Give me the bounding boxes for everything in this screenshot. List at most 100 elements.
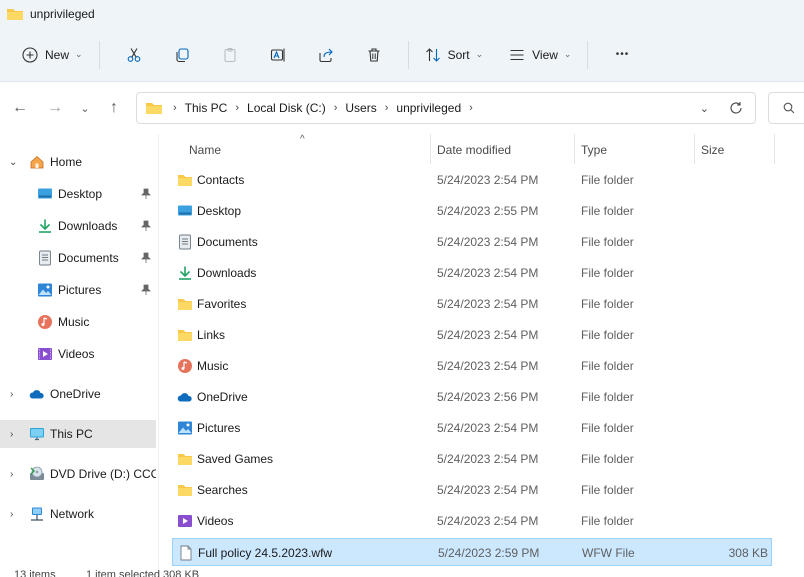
file-row[interactable]: Downloads 5/24/2023 2:54 PM File folder — [172, 259, 772, 287]
file-name: Searches — [197, 483, 248, 497]
folder-icon — [178, 175, 192, 186]
sidebar-item-music[interactable]: Music — [0, 308, 156, 336]
breadcrumb-local-disk[interactable]: Local Disk (C:) — [247, 101, 326, 115]
up-button[interactable]: ↑ — [99, 93, 129, 123]
file-row[interactable]: Pictures 5/24/2023 2:54 PM File folder — [172, 414, 772, 442]
address-history-button[interactable]: ⌄ — [700, 102, 709, 115]
sidebar-item-desktop[interactable]: Desktop — [0, 180, 156, 208]
file-row[interactable]: Searches 5/24/2023 2:54 PM File folder — [172, 476, 772, 504]
share-button[interactable] — [309, 38, 343, 72]
breadcrumb-unprivileged[interactable]: unprivileged — [396, 101, 461, 115]
trash-icon — [368, 47, 380, 62]
column-header-type[interactable]: Type — [581, 135, 607, 165]
cut-button[interactable] — [117, 38, 151, 72]
file-date-modified: 5/24/2023 2:54 PM — [437, 235, 539, 249]
chevron-down-icon: ⌄ — [75, 49, 83, 59]
file-size — [682, 507, 767, 535]
file-row[interactable]: Documents 5/24/2023 2:54 PM File folder — [172, 228, 772, 256]
file-row[interactable]: Saved Games 5/24/2023 2:54 PM File folder — [172, 445, 772, 473]
new-button[interactable]: New ⌄ — [16, 38, 89, 72]
file-type: File folder — [581, 359, 634, 373]
file-type: File folder — [581, 173, 634, 187]
sidebar-item-videos[interactable]: Videos — [0, 340, 156, 368]
chevron-right-icon: › — [384, 102, 389, 114]
sidebar-item-dvd-drive[interactable]: › DVD Drive (D:) CCC — [0, 460, 156, 488]
pane-splitter[interactable] — [158, 134, 159, 577]
file-date-modified: 5/24/2023 2:54 PM — [437, 328, 539, 342]
more-options-button[interactable]: ••• — [605, 38, 639, 72]
file-row[interactable]: Videos 5/24/2023 2:54 PM File folder — [172, 507, 772, 535]
file-row[interactable]: Favorites 5/24/2023 2:54 PM File folder — [172, 290, 772, 318]
refresh-icon[interactable] — [729, 101, 743, 115]
column-header-name[interactable]: Name — [189, 135, 221, 165]
recent-locations-button[interactable]: ⌄ — [70, 93, 100, 123]
column-divider[interactable] — [430, 134, 431, 164]
file-size — [682, 445, 767, 473]
file-row[interactable]: Full policy 24.5.2023.wfw 5/24/2023 2:59 … — [172, 538, 772, 566]
desktop-icon — [38, 188, 52, 199]
paste-button[interactable] — [213, 38, 247, 72]
sidebar-item-label: Desktop — [58, 187, 103, 201]
address-bar[interactable]: › This PC › Local Disk (C:) › Users › un… — [136, 92, 756, 124]
sidebar-item-home[interactable]: ⌄ Home — [0, 148, 156, 176]
copy-button[interactable] — [165, 38, 199, 72]
chevron-right-icon[interactable]: › — [10, 469, 13, 480]
file-row[interactable]: OneDrive 5/24/2023 2:56 PM File folder — [172, 383, 772, 411]
sidebar-item-documents[interactable]: Documents — [0, 244, 156, 272]
rename-button[interactable] — [261, 38, 295, 72]
column-header-date-modified[interactable]: Date modified — [437, 135, 511, 165]
sidebar-item-label: DVD Drive (D:) CCC — [50, 467, 156, 481]
column-divider[interactable] — [774, 134, 775, 164]
file-name: Saved Games — [197, 452, 274, 466]
new-label: New — [45, 47, 70, 62]
column-header-size[interactable]: Size — [701, 135, 724, 165]
plus-circle-icon — [22, 46, 38, 63]
file-name: Contacts — [197, 173, 245, 187]
sort-ascending-icon: ^ — [300, 134, 305, 145]
sidebar-item-pictures[interactable]: Pictures — [0, 276, 156, 304]
view-icon — [510, 49, 524, 60]
file-date-modified: 5/24/2023 2:54 PM — [437, 266, 539, 280]
file-row[interactable]: Links 5/24/2023 2:54 PM File folder — [172, 321, 772, 349]
cloud-icon — [29, 390, 44, 399]
column-divider[interactable] — [694, 134, 695, 164]
cloud-icon — [177, 393, 192, 402]
sidebar-item-label: Videos — [58, 347, 95, 361]
chevron-down-icon[interactable]: ⌄ — [9, 157, 17, 168]
search-input[interactable] — [768, 92, 804, 124]
delete-button[interactable] — [357, 38, 391, 72]
sidebar-item-network[interactable]: › Network — [0, 500, 156, 528]
navigation-bar: ← → ⌄ ↑ › This PC › Local Disk (C:) › Us… — [0, 82, 804, 134]
column-divider[interactable] — [574, 134, 575, 164]
back-button[interactable]: ← — [5, 93, 35, 123]
navigation-pane: ⌄ Home Desktop Downloads Documents Pictu… — [0, 134, 158, 577]
file-row[interactable]: Music 5/24/2023 2:54 PM File folder — [172, 352, 772, 380]
pin-icon[interactable] — [141, 220, 151, 232]
breadcrumb-this-pc[interactable]: This PC — [185, 101, 228, 115]
file-name: Full policy 24.5.2023.wfw — [198, 546, 333, 560]
chevron-right-icon[interactable]: › — [10, 389, 13, 400]
sidebar-item-label: Music — [58, 315, 90, 329]
forward-button[interactable]: → — [40, 93, 70, 123]
pin-icon[interactable] — [141, 284, 151, 296]
file-row[interactable]: Desktop 5/24/2023 2:55 PM File folder — [172, 197, 772, 225]
file-type: File folder — [581, 452, 634, 466]
sort-label: Sort — [447, 47, 470, 62]
view-button[interactable]: View ⌄ — [503, 38, 577, 72]
chevron-right-icon[interactable]: › — [10, 429, 13, 440]
breadcrumb-users[interactable]: Users — [345, 101, 376, 115]
sort-button[interactable]: Sort ⌄ — [419, 38, 490, 72]
sidebar-item-this-pc[interactable]: › This PC — [0, 420, 156, 448]
pin-icon[interactable] — [141, 188, 151, 200]
file-date-modified: 5/24/2023 2:59 PM — [438, 546, 540, 560]
chevron-right-icon[interactable]: › — [10, 509, 13, 520]
file-row[interactable]: Contacts 5/24/2023 2:54 PM File folder — [172, 166, 772, 194]
toolbar-divider — [98, 40, 100, 69]
music-icon — [178, 359, 192, 373]
folder-icon — [146, 103, 162, 114]
pin-icon[interactable] — [141, 252, 151, 264]
sidebar-item-onedrive[interactable]: › OneDrive — [0, 380, 156, 408]
file-type: File folder — [581, 266, 634, 280]
sidebar-item-downloads[interactable]: Downloads — [0, 212, 156, 240]
file-date-modified: 5/24/2023 2:54 PM — [437, 173, 539, 187]
